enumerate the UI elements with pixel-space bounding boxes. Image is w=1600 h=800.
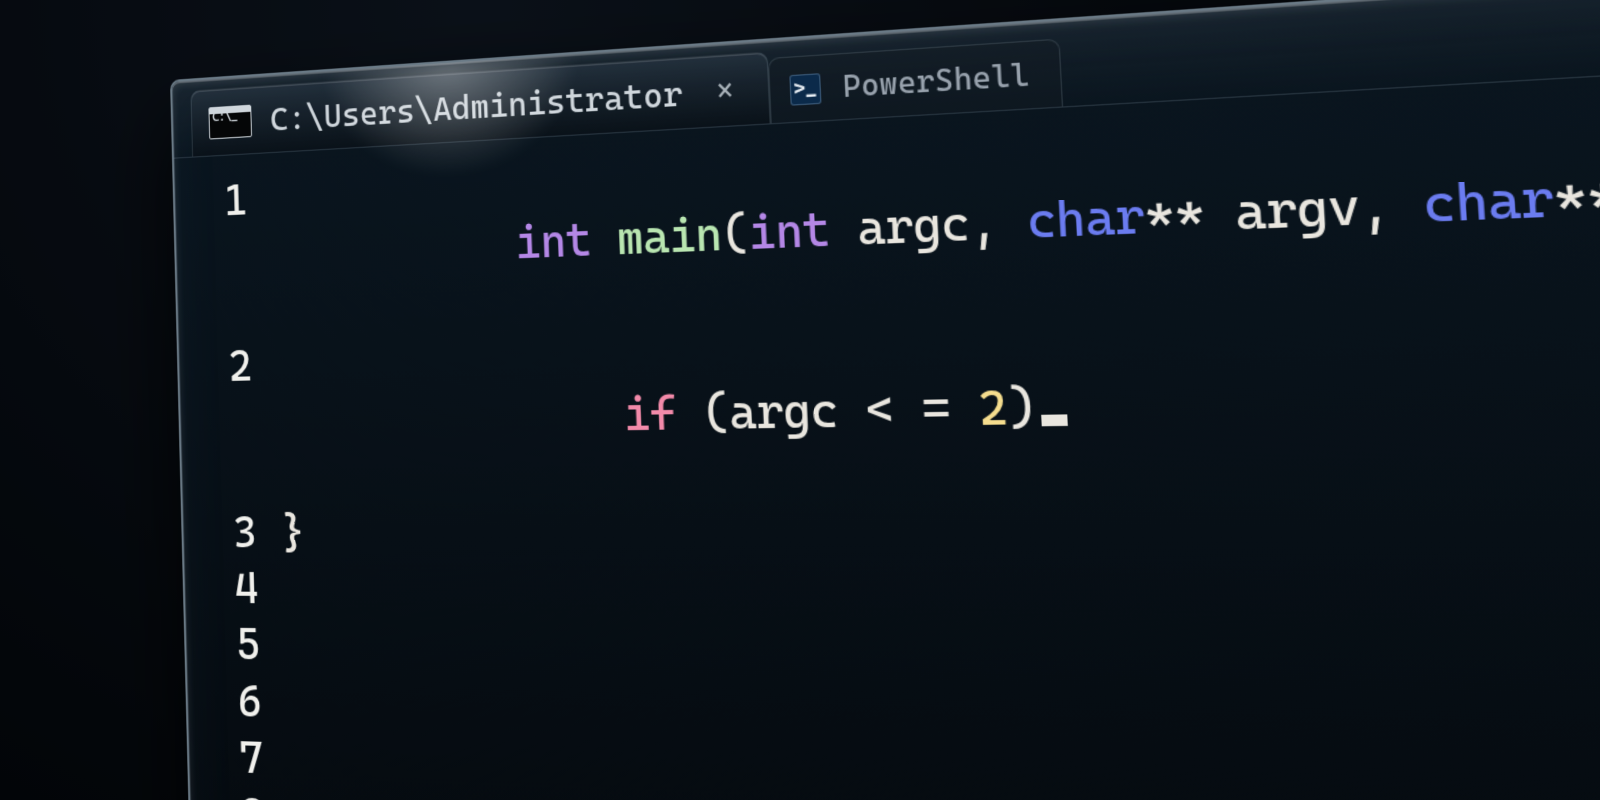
code-line-3: 3 } — [183, 496, 1600, 569]
gutter-1: 1 — [174, 171, 272, 231]
token-int: int — [514, 213, 618, 271]
gutter-8: 8 — [190, 784, 290, 800]
gutter-7: 7 — [188, 728, 288, 788]
tab-cmd-close-button[interactable]: × — [710, 71, 741, 110]
gutter-4: 4 — [184, 561, 283, 618]
terminal-window: C:\Users\Administrator × >_ PowerShell ×… — [170, 0, 1600, 800]
token-char1: char — [1025, 188, 1146, 250]
powershell-icon: >_ — [789, 73, 821, 106]
tab-cmd-label: C:\Users\Administrator — [270, 73, 684, 138]
token-char2: char — [1421, 170, 1555, 236]
scene-root: C:\Users\Administrator × >_ PowerShell ×… — [0, 0, 1600, 800]
token-if: if — [623, 386, 704, 442]
cmd-icon — [208, 104, 252, 139]
tab-powershell-label: PowerShell — [842, 56, 1031, 104]
token-open: ( — [721, 207, 750, 263]
token-argc: argc, — [856, 194, 1028, 257]
token-op: < = — [864, 380, 980, 438]
gutter-5: 5 — [185, 616, 285, 674]
token-brace: } — [280, 505, 305, 561]
token-argv: argv, — [1233, 176, 1425, 243]
token-num: 2 — [977, 380, 1009, 438]
token-argc2: argc — [728, 383, 867, 441]
token-open2: ( — [701, 385, 730, 440]
gutter-6: 6 — [187, 672, 287, 731]
token-indent — [520, 388, 624, 444]
token-main: main — [616, 208, 723, 266]
gutter-2: 2 — [178, 337, 277, 395]
token-stars2: ** — [1551, 165, 1600, 230]
token-int2: int — [747, 202, 858, 262]
text-cursor — [1041, 414, 1068, 426]
token-stars1: ** — [1143, 184, 1237, 246]
token-close2: ) — [1006, 379, 1038, 437]
code-editor[interactable]: 1 int main(int argc, char** argv, char**… — [174, 41, 1600, 800]
gutter-3: 3 — [183, 505, 282, 561]
